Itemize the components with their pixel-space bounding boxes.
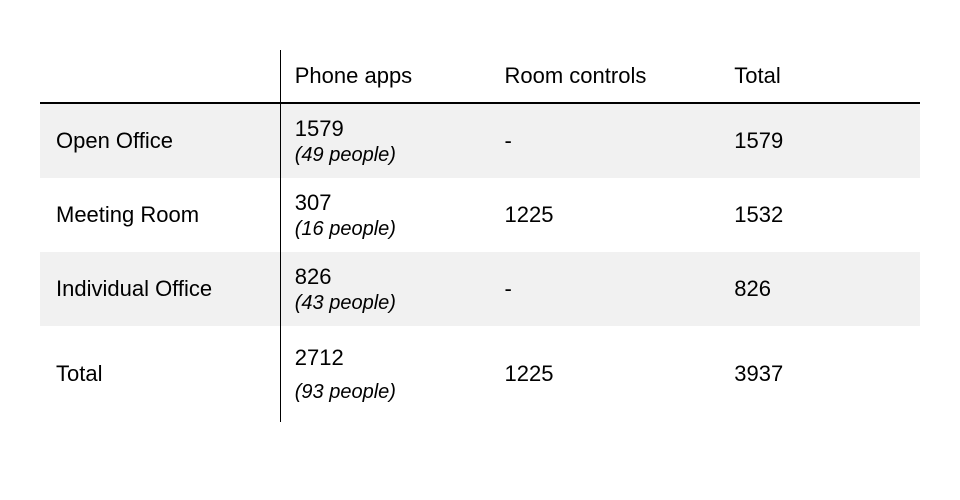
row-label-cell: Meeting Room — [40, 178, 280, 252]
total-room-controls-value: 1225 — [491, 361, 721, 387]
total-phone-apps-note: (93 people) — [295, 381, 491, 404]
row-phone-apps-cell: 1579 (49 people) — [280, 103, 490, 178]
phone-apps-value: 826 — [295, 264, 491, 290]
row-total-cell: 826 — [720, 252, 920, 326]
phone-apps-value: 307 — [295, 190, 491, 216]
row-label-cell: Individual Office — [40, 252, 280, 326]
table-total-row: Total 2712 (93 people) 1225 3937 — [40, 326, 920, 422]
table-row: Individual Office 826 (43 people) - 826 — [40, 252, 920, 326]
room-controls-value: 1225 — [491, 202, 721, 228]
row-label: Meeting Room — [40, 202, 280, 228]
row-room-controls-cell: - — [491, 252, 721, 326]
total-label-cell: Total — [40, 326, 280, 422]
room-controls-value: - — [491, 276, 721, 302]
row-room-controls-cell: 1225 — [491, 178, 721, 252]
total-phone-apps-cell: 2712 (93 people) — [280, 326, 490, 422]
row-total-value: 1532 — [720, 202, 920, 228]
row-total-value: 1579 — [720, 128, 920, 154]
total-label: Total — [40, 361, 280, 387]
row-phone-apps-cell: 826 (43 people) — [280, 252, 490, 326]
phone-apps-note: (16 people) — [295, 218, 491, 241]
header-cell-phone-apps: Phone apps — [280, 50, 490, 103]
header-cell-room-controls: Room controls — [491, 50, 721, 103]
phone-apps-note: (49 people) — [295, 144, 491, 167]
total-total-value: 3937 — [720, 361, 920, 387]
row-room-controls-cell: - — [491, 103, 721, 178]
phone-apps-note: (43 people) — [295, 292, 491, 315]
row-phone-apps-cell: 307 (16 people) — [280, 178, 490, 252]
row-label: Open Office — [40, 128, 280, 154]
header-label: Room controls — [491, 63, 721, 89]
table-row: Open Office 1579 (49 people) - 1579 — [40, 103, 920, 178]
table-header-row: Phone apps Room controls Total — [40, 50, 920, 103]
row-total-cell: 1532 — [720, 178, 920, 252]
row-label-cell: Open Office — [40, 103, 280, 178]
total-phone-apps-value: 2712 — [295, 345, 491, 371]
row-total-cell: 1579 — [720, 103, 920, 178]
header-label: Total — [720, 63, 920, 89]
header-label: Phone apps — [281, 63, 491, 89]
room-controls-value: - — [491, 128, 721, 154]
phone-apps-value: 1579 — [295, 116, 491, 142]
header-cell-total: Total — [720, 50, 920, 103]
row-label: Individual Office — [40, 276, 280, 302]
table-row: Meeting Room 307 (16 people) 1225 1532 — [40, 178, 920, 252]
header-cell-blank — [40, 50, 280, 103]
total-room-controls-cell: 1225 — [491, 326, 721, 422]
data-table: Phone apps Room controls Total Open Offi… — [40, 50, 920, 422]
total-total-cell: 3937 — [720, 326, 920, 422]
row-total-value: 826 — [720, 276, 920, 302]
